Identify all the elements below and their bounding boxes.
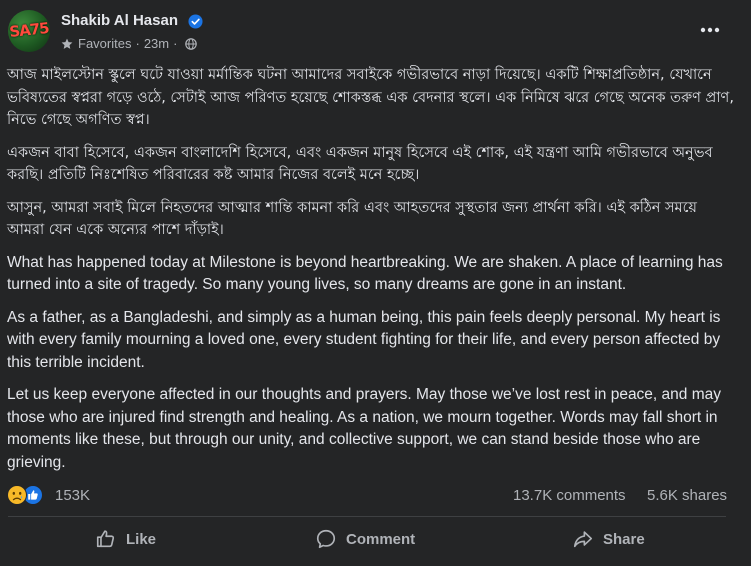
globe-icon (185, 37, 198, 50)
post-body: আজ মাইলস্টোন স্কুলে ঘটে যাওয়া মর্মান্তি… (7, 64, 734, 484)
post-paragraph-bn-3: আসুন, আমরা সবাই মিলে নিহতদের আত্মার শান্… (7, 199, 697, 239)
post-header: SA75 Shakib Al Hasan Favorites · 23m · (0, 0, 751, 64)
share-button[interactable]: Share (572, 520, 645, 558)
more-options-icon (700, 27, 720, 33)
meta-separator: · (173, 36, 178, 51)
reaction-summary[interactable] (7, 485, 51, 507)
comment-button[interactable]: Comment (315, 520, 415, 558)
post-actions: Like Comment Share (0, 520, 751, 560)
comment-label: Comment (346, 530, 416, 548)
avatar-logo-text: SA75 (8, 18, 50, 42)
post-paragraph-en-3: Let us keep everyone affected in our tho… (7, 386, 721, 471)
shares-count[interactable]: 5.6K shares (647, 487, 727, 504)
post-paragraph-bn-2: একজন বাবা হিসেবে, একজন বাংলাদেশি হিসেবে,… (7, 144, 713, 184)
post-card: SA75 Shakib Al Hasan Favorites · 23m · আ… (0, 0, 751, 566)
like-label: Like (126, 530, 157, 548)
post-meta: Favorites · 23m · (61, 36, 198, 51)
post-paragraph-en-2: As a father, as a Bangladeshi, and simpl… (7, 308, 721, 371)
like-button[interactable]: Like (95, 520, 156, 558)
post-paragraph-bn-1: আজ মাইলস্টোন স্কুলে ঘটে যাওয়া মর্মান্তি… (7, 67, 734, 128)
like-icon (96, 530, 115, 548)
post-paragraph-en-1: What has happened today at Milestone is … (7, 253, 723, 294)
comments-count[interactable]: 13.7K comments (513, 487, 626, 504)
actions-divider (8, 516, 726, 517)
author-name[interactable]: Shakib Al Hasan (61, 12, 178, 29)
star-icon (61, 38, 73, 49)
sad-reaction-icon (7, 485, 27, 505)
post-timestamp[interactable]: 23m (144, 36, 169, 51)
more-options-button[interactable] (695, 18, 725, 42)
meta-separator: · (135, 36, 140, 51)
audience-label[interactable]: Favorites (78, 36, 131, 51)
reactions-count[interactable]: 153K (55, 487, 90, 504)
author-avatar[interactable]: SA75 (8, 10, 50, 52)
verified-badge-icon (188, 14, 203, 29)
post-stats: 153K 13.7K comments 5.6K shares (7, 484, 729, 510)
comment-icon (316, 529, 336, 549)
share-icon (573, 531, 593, 548)
share-label: Share (603, 530, 645, 548)
